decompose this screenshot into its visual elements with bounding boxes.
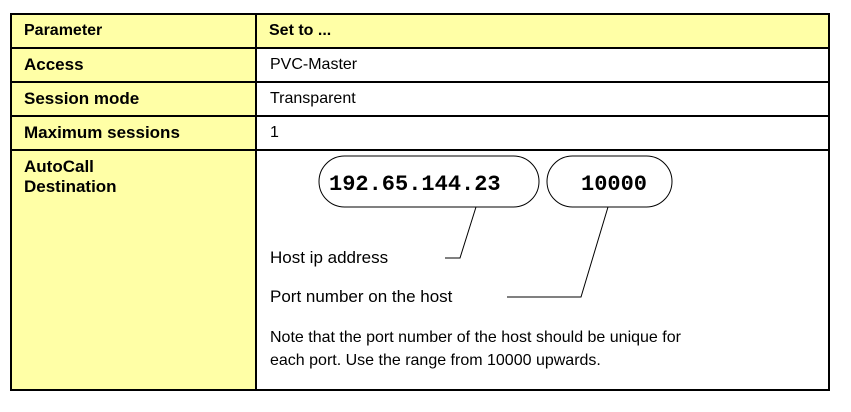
param-maximum-sessions: Maximum sessions	[10, 115, 257, 151]
ip-address-value: 192.65.144.23	[329, 172, 501, 197]
port-note: Note that the port number of the host sh…	[270, 326, 815, 372]
ip-callout-label: Host ip address	[270, 248, 388, 267]
value-session-mode: Transparent	[255, 81, 830, 117]
port-note-line1: Note that the port number of the host sh…	[270, 329, 681, 346]
param-autocall-destination: AutoCall Destination	[10, 149, 257, 391]
param-autocall-line1: AutoCall	[24, 157, 94, 176]
parameter-table: Parameter Set to ... Access PVC-Master S…	[10, 13, 830, 391]
param-session-mode: Session mode	[10, 81, 257, 117]
param-autocall-line2: Destination	[24, 177, 117, 196]
header-set-to: Set to ...	[255, 13, 830, 49]
port-note-line2: each port. Use the range from 10000 upwa…	[270, 352, 601, 369]
table-row-autocall-destination: AutoCall Destination 192.65.144.23 10000…	[10, 149, 830, 391]
table-header-row: Parameter Set to ...	[10, 13, 830, 49]
table-row-access: Access PVC-Master	[10, 47, 830, 83]
value-autocall-destination: 192.65.144.23 10000 Host ip address Port…	[255, 149, 830, 391]
port-value: 10000	[581, 172, 647, 197]
table-row-maximum-sessions: Maximum sessions 1	[10, 115, 830, 151]
value-access: PVC-Master	[255, 47, 830, 83]
ip-callout-line	[445, 206, 477, 259]
value-maximum-sessions: 1	[255, 115, 830, 151]
port-callout-line	[507, 206, 609, 298]
port-callout-label: Port number on the host	[270, 287, 453, 306]
param-access: Access	[10, 47, 257, 83]
header-parameter: Parameter	[10, 13, 257, 49]
table-row-session-mode: Session mode Transparent	[10, 81, 830, 117]
